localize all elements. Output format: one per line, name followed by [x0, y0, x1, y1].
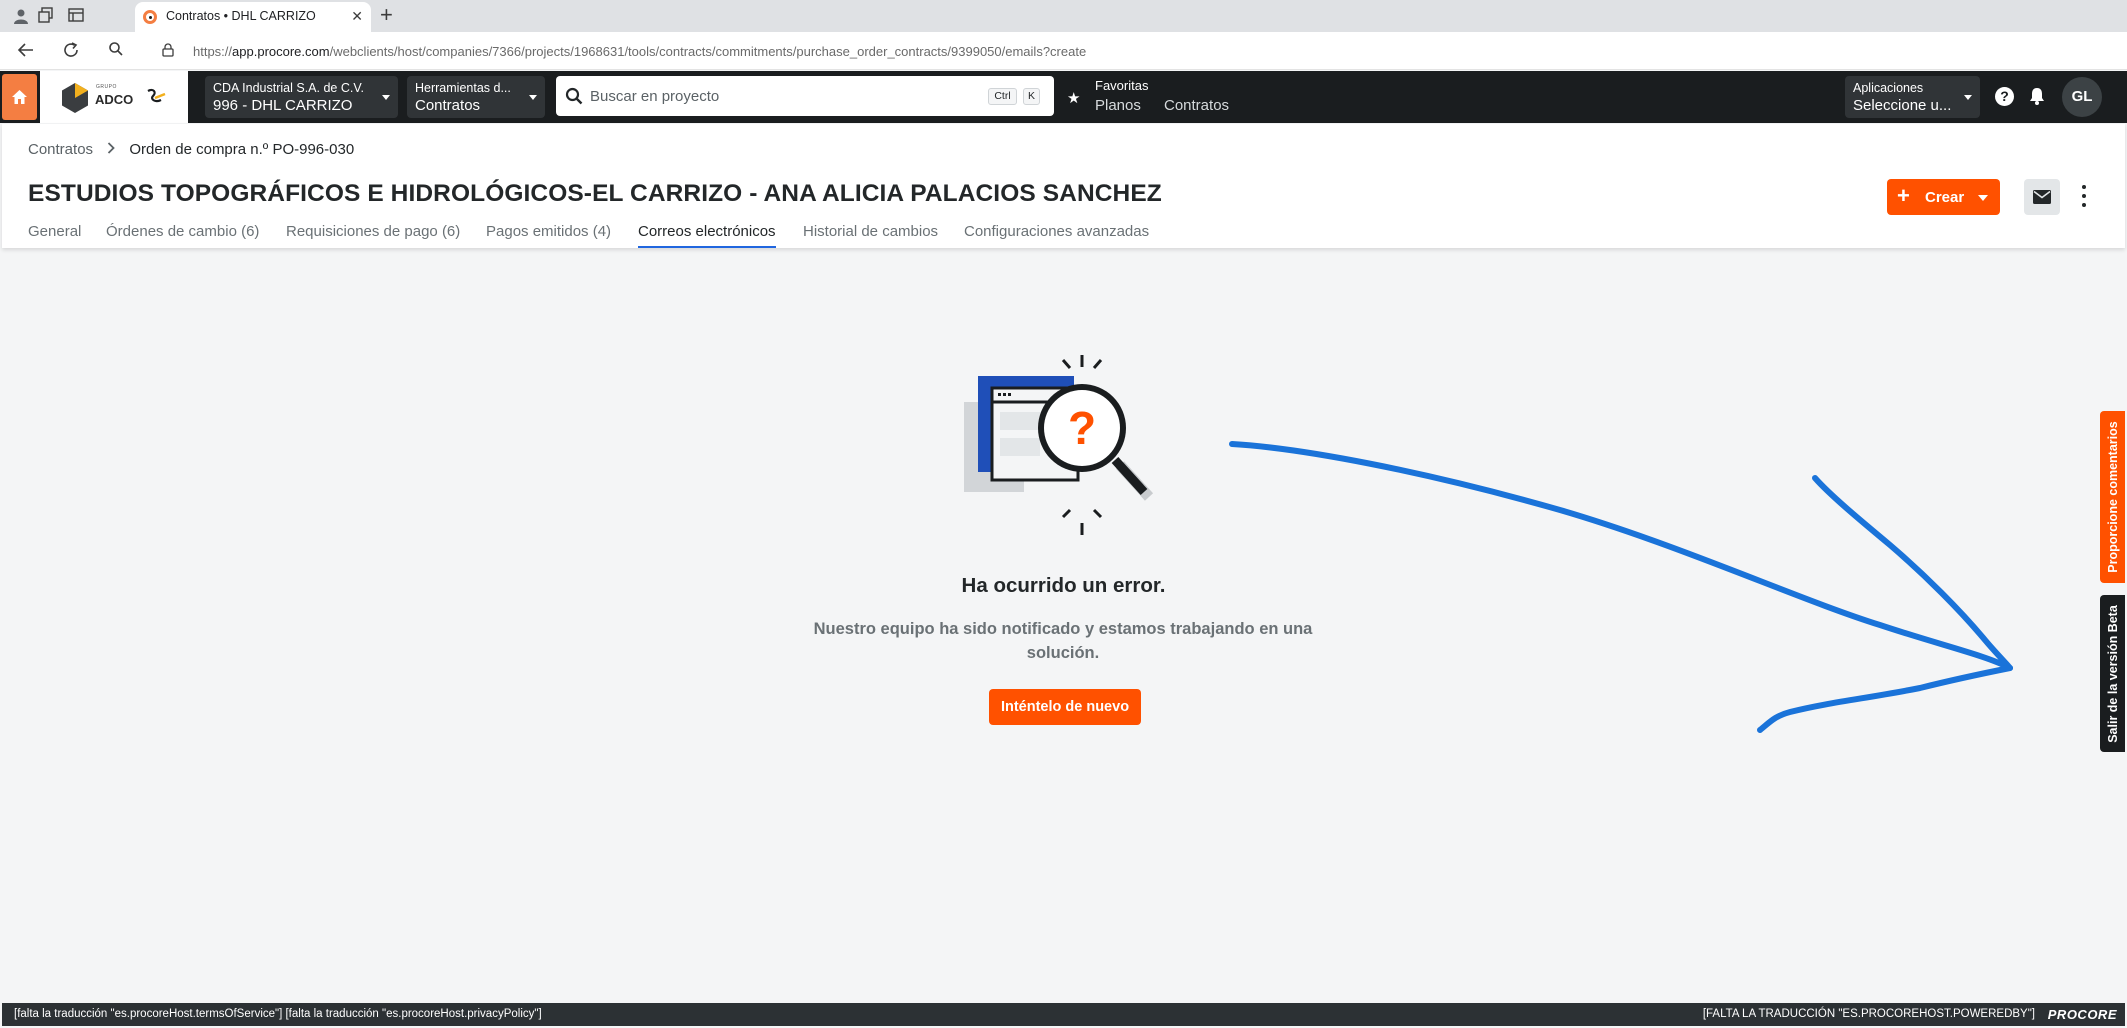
procore-header: GRUPO ADCO CDA Industrial S.A. de C.V. 9…	[0, 71, 2127, 123]
mail-icon	[2033, 190, 2051, 204]
browser-address-bar: https://app.procore.com/webclients/host/…	[0, 32, 2127, 70]
adco-logo-icon	[62, 83, 88, 113]
page-title: ESTUDIOS TOPOGRÁFICOS E HIDROLÓGICOS-EL …	[28, 180, 1162, 207]
error-message: Nuestro equipo ha sido notificado y esta…	[813, 620, 1313, 662]
chevron-down-icon	[382, 95, 390, 100]
favorites-title: Favoritas	[1095, 78, 1149, 93]
project-label: 996 - DHL CARRIZO	[213, 97, 353, 114]
chevron-right-icon	[107, 141, 115, 158]
tab-change-history[interactable]: Historial de cambios	[803, 223, 938, 248]
logo-text: ADCO	[95, 92, 134, 107]
chevron-down-icon	[1964, 95, 1972, 100]
search-icon	[565, 87, 583, 105]
back-icon[interactable]	[16, 41, 36, 61]
breadcrumb-root-link[interactable]: Contratos	[28, 141, 93, 158]
browser-search-icon[interactable]	[106, 41, 126, 61]
star-icon[interactable]: ★	[1067, 89, 1080, 107]
project-search[interactable]: Ctrl K	[556, 76, 1054, 116]
home-button[interactable]	[2, 74, 37, 120]
apps-label: Aplicaciones	[1853, 81, 1924, 95]
home-icon	[12, 90, 27, 104]
company-label: CDA Industrial S.A. de C.V.	[213, 81, 365, 95]
tab-change-orders[interactable]: Órdenes de cambio (6)	[106, 223, 259, 248]
bell-icon[interactable]	[2028, 86, 2046, 106]
tools-label: Herramientas d...	[415, 81, 511, 95]
avatar[interactable]: GL	[2062, 77, 2102, 117]
url-field[interactable]: https://app.procore.com/webclients/host/…	[150, 37, 2110, 65]
apps-selector[interactable]: Aplicaciones Seleccione u...	[1845, 76, 1980, 118]
breadcrumb-current: Orden de compra n.º PO-996-030	[129, 141, 355, 158]
browser-tab-active[interactable]: Contratos • DHL CARRIZO ✕	[135, 2, 371, 32]
browser-tab-title: Contratos • DHL CARRIZO	[166, 9, 316, 23]
close-tab-icon[interactable]: ✕	[351, 8, 363, 25]
shortcut-k-key: K	[1023, 88, 1040, 105]
tab-payments-issued[interactable]: Pagos emitidos (4)	[486, 223, 611, 248]
profile-icon[interactable]	[12, 7, 30, 25]
browser-tab-bar: Contratos • DHL CARRIZO ✕ +	[0, 0, 2127, 32]
logo-small-text: GRUPO	[96, 84, 117, 90]
footer: [falta la traducción "es.procoreHost.ter…	[2, 1003, 2125, 1026]
footer-powered-by: [FALTA LA TRADUCCIÓN "ES.PROCOREHOST.POW…	[1702, 1008, 2035, 1020]
procore-favicon-icon	[143, 10, 157, 24]
collections-icon[interactable]	[37, 7, 55, 25]
tab-general[interactable]: General	[28, 223, 81, 248]
svg-text:?: ?	[1068, 402, 1096, 454]
chevron-down-icon	[529, 95, 537, 100]
email-button[interactable]	[2024, 179, 2060, 215]
lock-icon[interactable]	[162, 43, 174, 57]
new-tab-icon[interactable]: +	[380, 4, 393, 26]
plus-icon: +	[1897, 183, 1910, 208]
tools-value: Contratos	[415, 97, 481, 114]
help-icon[interactable]: ?	[1995, 87, 2014, 106]
reload-icon[interactable]	[61, 41, 81, 61]
feedback-label: Proporcione comentarios	[2105, 421, 2120, 573]
exit-beta-tab[interactable]: Salir de la versión Beta	[2100, 595, 2125, 752]
company-logo[interactable]: GRUPO ADCO	[40, 71, 188, 123]
tab-advanced-settings[interactable]: Configuraciones avanzadas	[964, 223, 1149, 248]
favorite-link-contratos[interactable]: Contratos	[1164, 97, 1229, 114]
apps-value: Seleccione u...	[1853, 97, 1952, 114]
favorite-link-planos[interactable]: Planos	[1095, 97, 1141, 114]
exit-beta-label: Salir de la versión Beta	[2105, 604, 2120, 743]
more-options-icon[interactable]	[2079, 184, 2089, 210]
breadcrumb: Contratos Orden de compra n.º PO-996-030	[28, 141, 354, 158]
url-text: https://app.procore.com/webclients/host/…	[193, 44, 1087, 59]
project-selector[interactable]: CDA Industrial S.A. de C.V. 996 - DHL CA…	[205, 76, 398, 118]
tab-emails[interactable]: Correos electrónicos	[638, 223, 776, 248]
shortcut-ctrl-key: Ctrl	[988, 88, 1017, 105]
create-label: Crear	[1925, 189, 1965, 206]
error-title: Ha ocurrido un error.	[961, 574, 1166, 597]
create-button[interactable]: + Crear	[1887, 179, 2000, 215]
feedback-tab[interactable]: Proporcione comentarios	[2100, 411, 2125, 583]
search-input[interactable]	[590, 85, 970, 107]
error-illustration-icon: ?	[964, 355, 1154, 535]
page-header: Contratos Orden de compra n.º PO-996-030…	[2, 124, 2125, 248]
tab-actions-icon[interactable]	[67, 7, 85, 25]
tool-selector[interactable]: Herramientas d... Contratos	[407, 76, 545, 118]
partner-logo-icon	[147, 88, 166, 103]
footer-legal-links[interactable]: [falta la traducción "es.procoreHost.ter…	[14, 1008, 542, 1020]
retry-button[interactable]: Inténtelo de nuevo	[989, 689, 1141, 725]
chevron-down-icon	[1978, 195, 1988, 201]
procore-footer-logo: PROCORE	[2047, 1007, 2117, 1022]
tab-payment-requisitions[interactable]: Requisiciones de pago (6)	[286, 223, 460, 248]
